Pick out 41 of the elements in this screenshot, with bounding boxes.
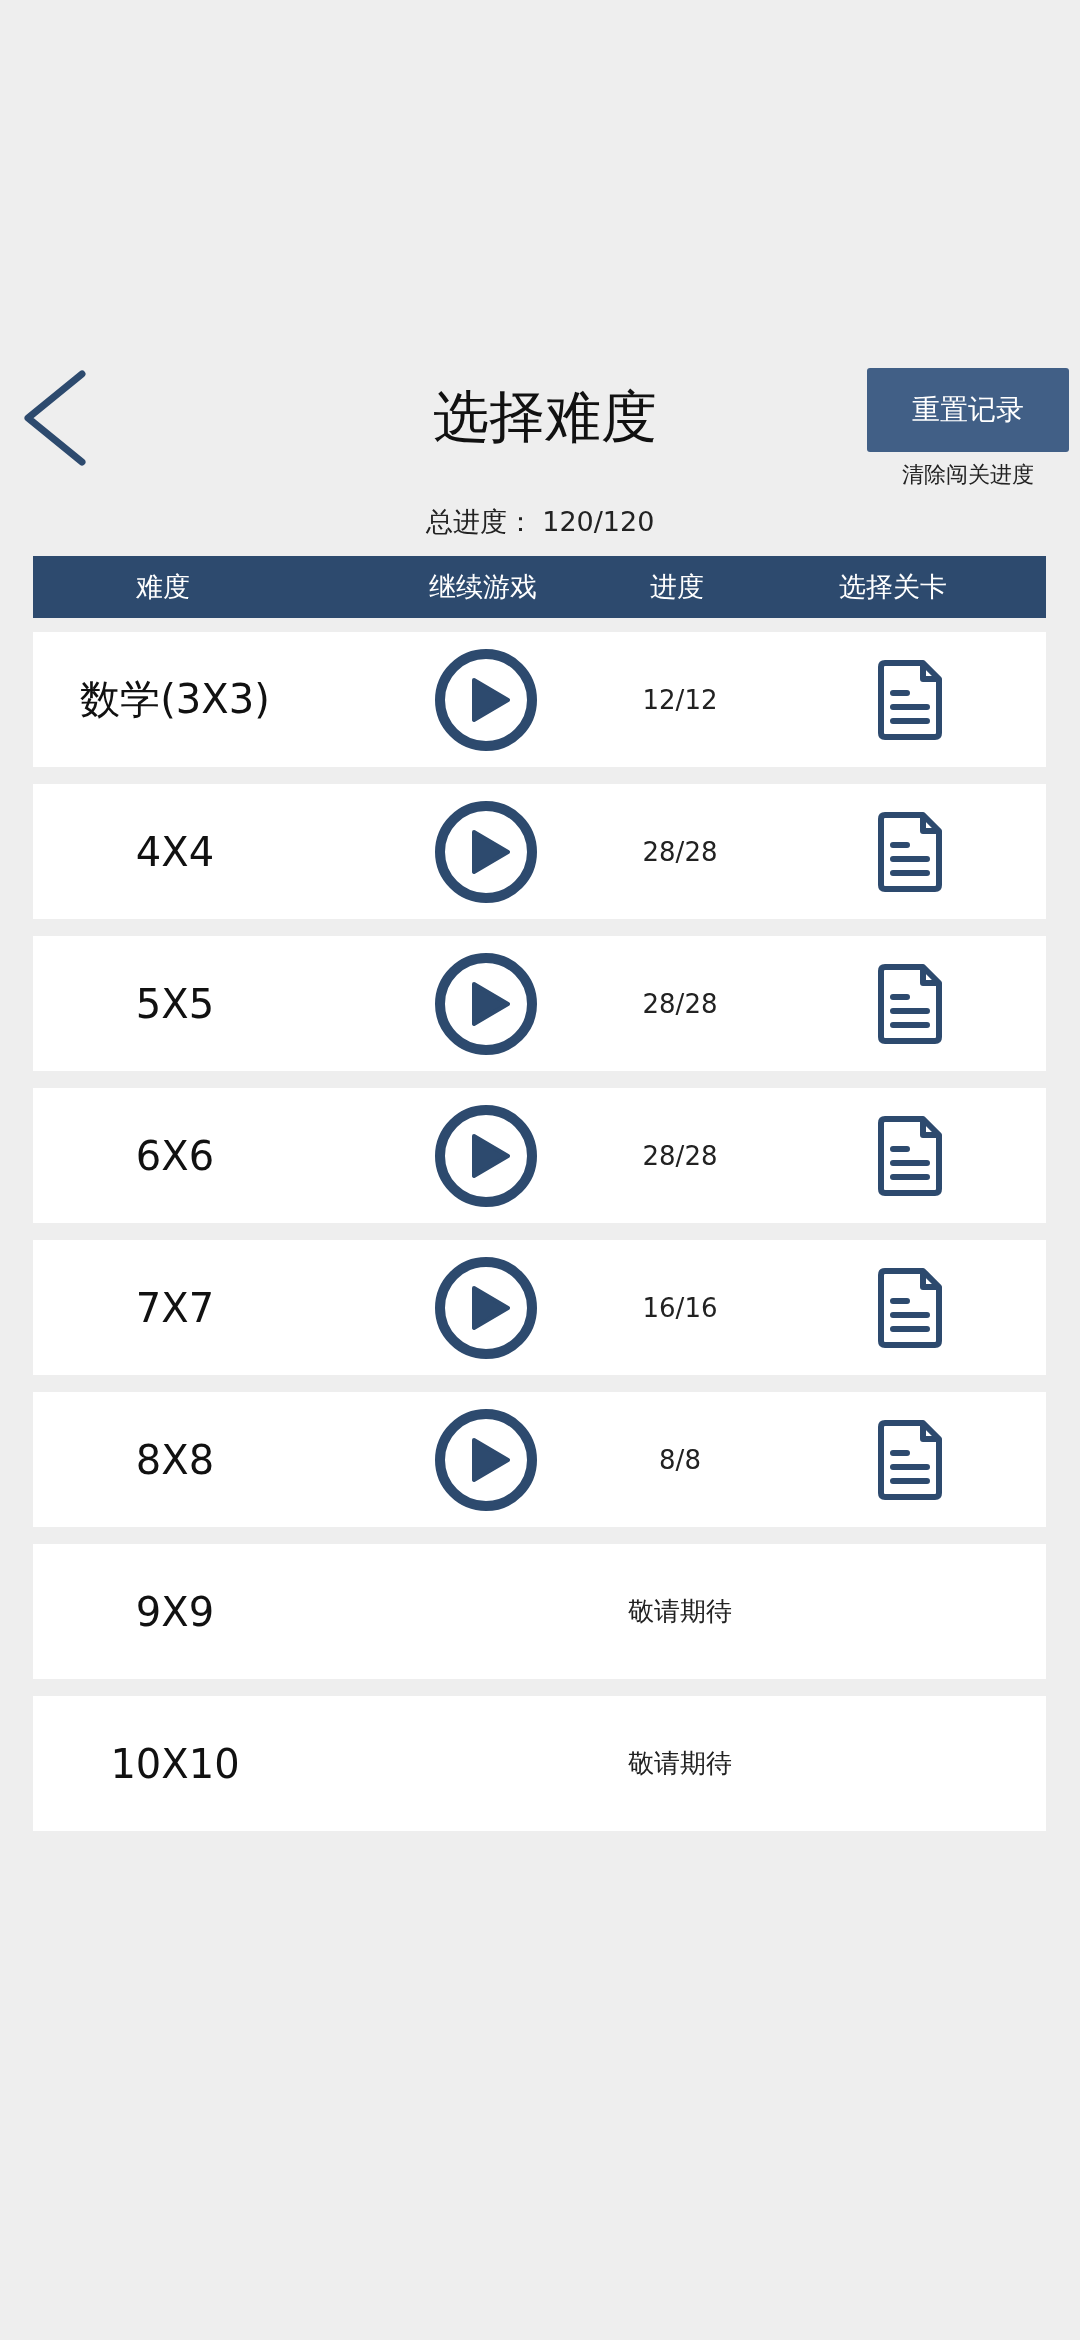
column-header: 难度 xyxy=(136,570,190,604)
difficulty-name: 9X9 xyxy=(135,1588,215,1635)
difficulty-name: 8X8 xyxy=(135,1436,215,1483)
progress-text: 16/16 xyxy=(642,1292,718,1323)
coming-soon-text: 敬请期待 xyxy=(628,1747,732,1780)
difficulty-name: 5X5 xyxy=(135,980,215,1027)
play-button[interactable] xyxy=(434,647,538,752)
difficulty-row[interactable]: 6X6 28/28 xyxy=(33,1088,1046,1223)
progress-text: 28/28 xyxy=(642,988,718,1019)
difficulty-row[interactable]: 8X8 8/8 xyxy=(33,1392,1046,1527)
reset-hint: 清除闯关进度 xyxy=(902,461,1034,489)
column-header: 选择关卡 xyxy=(839,570,947,604)
progress-text: 12/12 xyxy=(642,684,718,715)
progress-text: 28/28 xyxy=(642,1140,718,1171)
play-button[interactable] xyxy=(434,951,538,1056)
play-button[interactable] xyxy=(434,1103,538,1208)
difficulty-name: 7X7 xyxy=(135,1284,215,1331)
level-select-button[interactable] xyxy=(877,1418,943,1501)
difficulty-name: 数学(3X3) xyxy=(80,675,270,724)
difficulty-row[interactable]: 7X7 16/16 xyxy=(33,1240,1046,1375)
column-header: 继续游戏 xyxy=(429,570,537,604)
coming-soon-text: 敬请期待 xyxy=(628,1595,732,1628)
page-title: 选择难度 xyxy=(432,383,658,451)
level-select-button[interactable] xyxy=(877,962,943,1045)
level-select-button[interactable] xyxy=(877,658,943,741)
difficulty-row[interactable]: 数学(3X3) 12/12 xyxy=(33,632,1046,767)
play-button[interactable] xyxy=(434,1407,538,1512)
level-select-button[interactable] xyxy=(877,1266,943,1349)
play-button[interactable] xyxy=(434,1255,538,1360)
progress-text: 28/28 xyxy=(642,836,718,867)
level-select-button[interactable] xyxy=(877,1114,943,1197)
reset-button[interactable]: 重置记录 xyxy=(867,368,1069,452)
difficulty-row[interactable]: 4X4 28/28 xyxy=(33,784,1046,919)
level-select-button[interactable] xyxy=(877,810,943,893)
difficulty-name: 10X10 xyxy=(110,1740,240,1787)
play-button[interactable] xyxy=(434,799,538,904)
progress-text: 8/8 xyxy=(659,1444,701,1475)
difficulty-name: 4X4 xyxy=(135,828,215,875)
difficulty-name: 6X6 xyxy=(135,1132,215,1179)
difficulty-row[interactable]: 5X5 28/28 xyxy=(33,936,1046,1071)
column-header: 进度 xyxy=(650,570,704,604)
